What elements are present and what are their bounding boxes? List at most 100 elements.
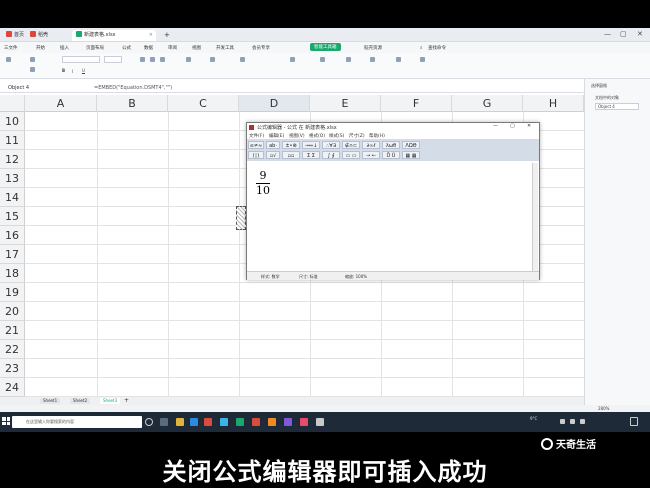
scripts-palette[interactable]: ▫▫ xyxy=(282,151,300,159)
app-icon[interactable] xyxy=(316,418,324,426)
menu-member[interactable]: 会员专享 xyxy=(252,45,270,51)
menu-developer[interactable]: 开发工具 xyxy=(216,45,234,51)
tab-docer[interactable]: 稻壳 xyxy=(26,30,52,41)
select-all-corner[interactable] xyxy=(0,95,25,112)
copy-button[interactable] xyxy=(30,66,36,73)
operators-palette[interactable]: ±•⊗ xyxy=(282,141,300,149)
menu-home[interactable]: 开始 xyxy=(36,45,45,51)
edge-icon[interactable] xyxy=(190,418,198,426)
row-header[interactable]: 19 xyxy=(0,283,25,302)
add-sheet-button[interactable]: + xyxy=(124,397,129,404)
menu-view[interactable]: 视图 xyxy=(192,45,201,51)
number-format-button[interactable] xyxy=(240,56,246,63)
row-header[interactable]: 23 xyxy=(0,359,25,378)
row-header[interactable]: 12 xyxy=(0,150,25,169)
taskbar-search-input[interactable]: 在这里输入你要搜索的内容 xyxy=(12,416,142,428)
align-left-icon[interactable] xyxy=(140,56,146,63)
sum-button[interactable] xyxy=(320,56,326,63)
fractions-palette[interactable]: ▫√ xyxy=(266,151,280,159)
align-center-icon[interactable] xyxy=(150,56,156,63)
network-icon[interactable] xyxy=(560,419,565,424)
maximize-icon[interactable]: ▢ xyxy=(510,123,515,129)
menu-layout[interactable]: 页面布局 xyxy=(86,45,104,51)
row-header[interactable]: 13 xyxy=(0,169,25,188)
app-icon[interactable] xyxy=(300,418,308,426)
row-header[interactable]: 24 xyxy=(0,378,25,397)
menu-data[interactable]: 数据 xyxy=(144,45,153,51)
app-icon[interactable] xyxy=(284,418,292,426)
row-header[interactable]: 22 xyxy=(0,340,25,359)
close-icon[interactable]: ✕ xyxy=(527,123,531,129)
equation-editing-area[interactable]: 9 10 xyxy=(249,163,531,269)
maximize-icon[interactable]: ▢ xyxy=(620,30,627,38)
labeled-arrows-palette[interactable]: → ← xyxy=(362,151,380,159)
notification-icon[interactable] xyxy=(630,417,638,426)
row-header[interactable]: 18 xyxy=(0,264,25,283)
minimize-icon[interactable]: — xyxy=(604,30,611,38)
wps-writer-icon[interactable] xyxy=(252,418,260,426)
ime-icon[interactable] xyxy=(580,419,585,424)
sheet-tab[interactable]: Sheet2 xyxy=(70,398,91,404)
column-header[interactable]: B xyxy=(97,95,168,112)
app-icon[interactable] xyxy=(220,418,228,426)
formula-input[interactable]: =EMBED("Equation.DSMT4","") xyxy=(94,85,172,91)
integrals-palette[interactable]: ∫ ∮ xyxy=(322,151,340,159)
column-header[interactable]: E xyxy=(310,95,381,112)
menu-formula[interactable]: 公式 xyxy=(122,45,131,51)
misc-palette[interactable]: ∂∞ℓ xyxy=(362,141,380,149)
minimize-icon[interactable]: — xyxy=(493,123,498,129)
font-size-select[interactable] xyxy=(104,56,122,63)
greek-lower-palette[interactable]: λωθ xyxy=(382,141,400,149)
selection-pane-item[interactable]: Object 4 xyxy=(595,103,639,110)
tab-home[interactable]: 首页 xyxy=(2,30,28,41)
font-family-select[interactable] xyxy=(62,56,100,63)
relations-palette[interactable]: ≤≠≈ xyxy=(248,141,264,149)
wrap-text-button[interactable] xyxy=(210,56,216,63)
merge-center-button[interactable] xyxy=(186,56,192,63)
menu-smart-toolbox[interactable]: 智能工具箱 xyxy=(310,43,341,51)
bold-button[interactable]: B xyxy=(62,67,65,74)
logic-palette[interactable]: ∴∀∃ xyxy=(322,141,340,149)
tab-document[interactable]: 新建表格.xlsx × xyxy=(72,30,156,41)
fill-button[interactable] xyxy=(396,56,402,63)
cortana-icon[interactable] xyxy=(145,418,153,426)
spaces-palette[interactable]: ab· xyxy=(266,141,280,149)
column-header[interactable]: A xyxy=(25,95,97,112)
name-box[interactable]: Object 4 xyxy=(8,85,64,91)
column-header[interactable]: F xyxy=(381,95,452,112)
matrices-palette[interactable]: ▦ ▦ xyxy=(402,151,420,159)
sets-palette[interactable]: ∉∩⊂ xyxy=(342,141,360,149)
sort-button[interactable] xyxy=(370,56,376,63)
fences-palette[interactable]: (∣) xyxy=(248,151,264,159)
column-header[interactable]: C xyxy=(168,95,239,112)
cut-button[interactable] xyxy=(30,56,36,63)
sheet-tab[interactable]: Sheet1 xyxy=(40,398,61,404)
sheet-tab-active[interactable]: Sheet3 xyxy=(100,398,121,404)
app-icon[interactable] xyxy=(268,418,276,426)
row-header[interactable]: 15 xyxy=(0,207,25,226)
menu-review[interactable]: 审阅 xyxy=(168,45,177,51)
row-header[interactable]: 16 xyxy=(0,226,25,245)
column-header[interactable]: H xyxy=(523,95,584,112)
arrows-palette[interactable]: →⇔↓ xyxy=(302,141,320,149)
table-style-button[interactable] xyxy=(290,56,296,63)
row-header[interactable]: 20 xyxy=(0,302,25,321)
task-view-icon[interactable] xyxy=(160,418,168,426)
row-header[interactable]: 11 xyxy=(0,131,25,150)
app-icon[interactable] xyxy=(204,418,212,426)
column-header[interactable]: G xyxy=(452,95,523,112)
row-header[interactable]: 21 xyxy=(0,321,25,340)
close-icon[interactable]: ✕ xyxy=(637,30,643,38)
greek-upper-palette[interactable]: ΛΩΘ xyxy=(402,141,420,149)
italic-button[interactable]: I xyxy=(72,67,78,74)
filter-button[interactable] xyxy=(346,56,352,63)
row-header[interactable]: 10 xyxy=(0,112,25,131)
menu-docer-resources[interactable]: 稻壳资源 xyxy=(364,45,382,51)
search-command[interactable]: 查找命令 xyxy=(428,45,446,51)
find-button[interactable] xyxy=(420,56,426,63)
paste-button[interactable] xyxy=(6,56,12,63)
windows-start-icon[interactable] xyxy=(2,417,10,425)
menu-file[interactable]: 三文件 xyxy=(4,45,18,51)
embedded-object-handle[interactable] xyxy=(236,206,246,230)
file-explorer-icon[interactable] xyxy=(176,418,184,426)
